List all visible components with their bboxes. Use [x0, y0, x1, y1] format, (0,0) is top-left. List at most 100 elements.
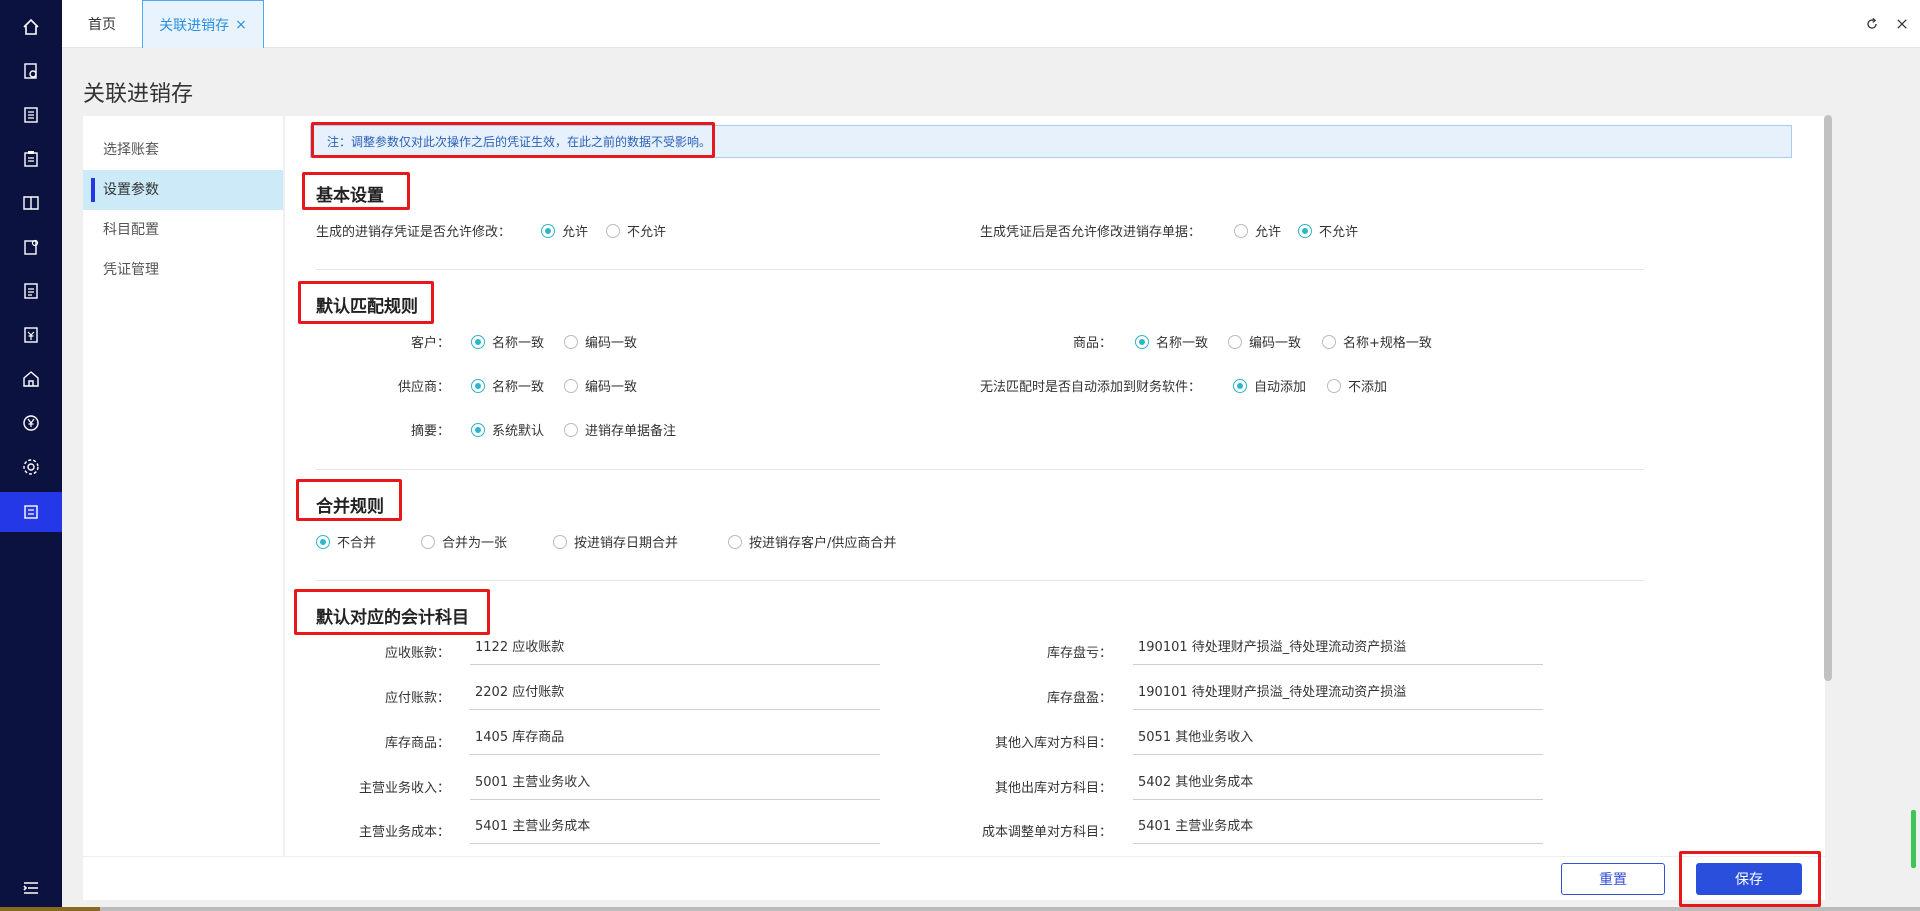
tab-home-label: 首页: [88, 17, 116, 33]
inventory-goods-field[interactable]: 1405 库存商品: [470, 725, 880, 755]
radio-dot: [1322, 334, 1336, 349]
nav-item-voucher-management[interactable]: 凭证管理: [83, 250, 283, 290]
radio-label: 不添加: [1348, 380, 1388, 395]
radio-voucher-editable-deny[interactable]: 不允许: [606, 221, 666, 240]
main-revenue-field[interactable]: 5001 主营业务收入: [470, 770, 880, 800]
inventory-link-icon[interactable]: [0, 492, 62, 532]
radio-label: 名称一致: [1156, 336, 1209, 351]
list-document-icon[interactable]: [0, 97, 62, 133]
other-out-field[interactable]: 5402 其他业务成本: [1133, 770, 1543, 800]
account-receivable-field[interactable]: 1122 应收账款: [470, 635, 880, 665]
account-label: 应付账款：: [384, 691, 450, 706]
content-scrollbar[interactable]: [1824, 115, 1832, 681]
close-icon[interactable]: [1888, 8, 1916, 40]
highlight-box: [302, 172, 410, 210]
radio-goods-name[interactable]: 名称一致: [1135, 332, 1208, 351]
inventory-gain-field[interactable]: 190101 待处理财产损溢_待处理流动资产损溢: [1133, 680, 1543, 710]
yen-circle-icon[interactable]: [0, 405, 62, 441]
cost-adjust-field[interactable]: 5401 主营业务成本: [1133, 814, 1543, 844]
match-auto-add-label: 无法匹配时是否自动添加到财务软件：: [980, 380, 1202, 395]
account-label: 其他出库对方科目：: [994, 781, 1112, 796]
radio-supplier-code[interactable]: 编码一致: [564, 376, 637, 395]
radio-auto-add-no[interactable]: 不添加: [1327, 376, 1387, 395]
nav-item-label: 设置参数: [103, 182, 159, 198]
menu-expand-icon[interactable]: [0, 870, 62, 906]
settings-nav: 选择账套 设置参数 科目配置 凭证管理: [83, 116, 283, 856]
radio-label: 不合并: [337, 536, 377, 551]
radio-label: 合并为一张: [442, 536, 508, 551]
radio-merge-none[interactable]: 不合并: [316, 532, 376, 551]
account-label: 成本调整单对方科目：: [981, 825, 1112, 840]
radio-dot: [541, 223, 555, 238]
tab-inventory-link[interactable]: 关联进销存 ×: [142, 0, 264, 48]
radio-label: 不允许: [1319, 225, 1359, 240]
radio-customer-code[interactable]: 编码一致: [564, 332, 637, 351]
radio-merge-by-partner[interactable]: 按进销存客户/供应商合并: [728, 532, 896, 551]
account-label: 应收账款：: [384, 646, 450, 661]
radio-doc-editable-deny[interactable]: 不允许: [1298, 221, 1358, 240]
radio-dot: [1327, 378, 1341, 393]
search-document-icon[interactable]: [0, 53, 62, 89]
main-cost-field[interactable]: 5401 主营业务成本: [470, 814, 880, 844]
account-payable-field[interactable]: 2202 应付账款: [470, 680, 880, 710]
tab-active-label: 关联进销存: [159, 17, 230, 34]
highlight-box: [311, 122, 715, 158]
radio-label: 名称一致: [492, 380, 545, 395]
radio-goods-name-spec[interactable]: 名称+规格一致: [1322, 332, 1432, 351]
radio-dot: [421, 534, 435, 549]
voucher-icon[interactable]: [0, 317, 62, 353]
ledger-icon[interactable]: [0, 185, 62, 221]
radio-goods-code[interactable]: 编码一致: [1228, 332, 1301, 351]
radio-dot: [316, 534, 330, 549]
status-indicator: [1911, 810, 1916, 868]
radio-label: 自动添加: [1254, 380, 1307, 395]
tab-close-icon[interactable]: ×: [235, 17, 247, 33]
divider: [316, 269, 1644, 270]
radio-voucher-editable-allow[interactable]: 允许: [541, 221, 588, 240]
highlight-box: [1679, 851, 1821, 907]
reset-button[interactable]: 重置: [1561, 863, 1665, 895]
account-label: 主营业务收入：: [358, 781, 450, 796]
radio-supplier-name[interactable]: 名称一致: [471, 376, 544, 395]
radio-customer-name[interactable]: 名称一致: [471, 332, 544, 351]
radio-label: 名称+规格一致: [1343, 336, 1432, 351]
refresh-icon[interactable]: [1858, 8, 1886, 40]
match-summary-label: 摘要：: [410, 424, 450, 439]
other-in-field[interactable]: 5051 其他业务收入: [1133, 725, 1543, 755]
nav-item-label: 选择账套: [103, 142, 159, 158]
home-icon[interactable]: [0, 9, 62, 45]
radio-label: 编码一致: [1249, 336, 1302, 351]
radio-summary-doc-note[interactable]: 进销存单据备注: [564, 420, 676, 439]
radio-dot: [471, 334, 485, 349]
radio-merge-one[interactable]: 合并为一张: [421, 532, 507, 551]
tab-bar: 首页 关联进销存 ×: [62, 0, 1920, 48]
radio-doc-editable-allow[interactable]: 允许: [1234, 221, 1281, 240]
nav-item-subject-config[interactable]: 科目配置: [83, 210, 283, 250]
radio-dot: [728, 534, 742, 549]
app-sidebar: [0, 0, 62, 911]
nav-item-set-parameters[interactable]: 设置参数: [83, 170, 283, 210]
document-settings-icon[interactable]: [0, 229, 62, 265]
account-label: 库存商品：: [384, 736, 450, 751]
radio-merge-by-date[interactable]: 按进销存日期合并: [553, 532, 678, 551]
account-label: 其他入库对方科目：: [994, 736, 1112, 751]
radio-dot: [1233, 378, 1247, 393]
nav-item-select-account-set[interactable]: 选择账套: [83, 130, 283, 170]
radio-dot: [564, 334, 578, 349]
radio-summary-default[interactable]: 系统默认: [471, 420, 544, 439]
radio-label: 编码一致: [585, 380, 638, 395]
match-supplier-label: 供应商：: [397, 380, 450, 395]
inventory-loss-field[interactable]: 190101 待处理财产损溢_待处理流动资产损溢: [1133, 635, 1543, 665]
gear-icon[interactable]: [0, 449, 62, 485]
radio-auto-add-yes[interactable]: 自动添加: [1233, 376, 1306, 395]
match-customer-label: 客户：: [410, 336, 450, 351]
report-icon[interactable]: [0, 273, 62, 309]
q-doc-editable-label: 生成凭证后是否允许修改进销存单据：: [980, 225, 1202, 240]
radio-label: 允许: [1255, 225, 1282, 240]
tab-home[interactable]: 首页: [62, 0, 142, 48]
building-icon[interactable]: [0, 361, 62, 397]
radio-dot: [553, 534, 567, 549]
radio-label: 进销存单据备注: [585, 424, 677, 439]
clipboard-icon[interactable]: [0, 141, 62, 177]
account-label: 库存盘盈：: [1046, 691, 1112, 706]
